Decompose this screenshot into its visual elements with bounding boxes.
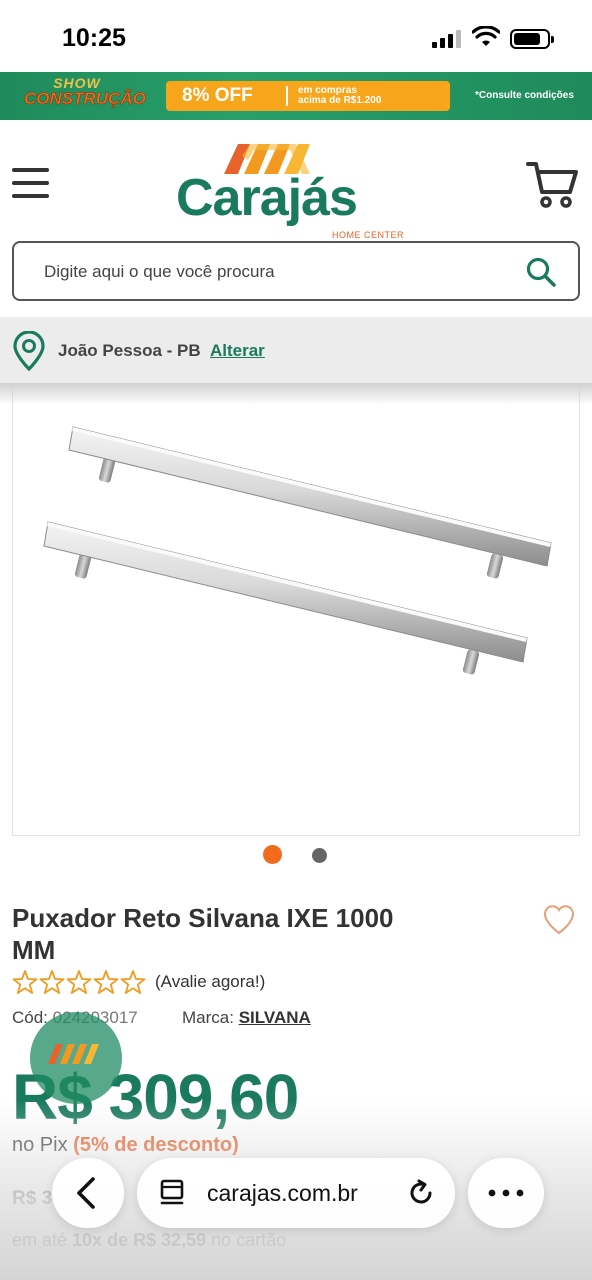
discount-pill: 8% OFF em compras acima de R$1.200 [166, 81, 450, 111]
installments-value: 10x de R$ 32,59 [72, 1230, 207, 1250]
status-bar: 10:25 [0, 0, 592, 72]
location-pin-icon [13, 331, 45, 371]
heart-icon[interactable] [542, 904, 576, 936]
location-bar-shadow [0, 383, 592, 405]
show-construcao-logo: SHOW CONSTRUÇÃO [24, 75, 146, 108]
product-image-gallery[interactable] [12, 384, 580, 836]
promo-banner[interactable]: SHOW CONSTRUÇÃO 8% OFF em compras acima … [0, 72, 592, 120]
menu-icon[interactable] [12, 168, 50, 200]
battery-icon [510, 29, 554, 49]
search-box [12, 241, 580, 301]
search-icon[interactable] [526, 257, 556, 287]
gallery-dot[interactable] [312, 848, 327, 863]
gallery-pagination [0, 844, 592, 868]
product-code-label: Cód: [12, 1008, 48, 1027]
tab-icon [160, 1179, 184, 1205]
star-icon [12, 970, 38, 994]
product-title: Puxador Reto Silvana IXE 1000 MM [12, 903, 394, 965]
cart-icon[interactable] [526, 160, 578, 210]
rate-now-link[interactable]: (Avalie agora!) [155, 972, 265, 992]
browser-url-bar[interactable]: carajas.com.br [137, 1158, 455, 1228]
product-image [43, 426, 552, 675]
browser-back-button[interactable] [52, 1158, 124, 1228]
back-arrow-icon [77, 1177, 95, 1209]
star-icon [39, 970, 65, 994]
location-bar: João Pessoa - PB Alterar [0, 317, 592, 383]
browser-url: carajas.com.br [207, 1180, 358, 1206]
installments-text: em até 10x de R$ 32,59 no cartão [12, 1230, 287, 1250]
location-city: João Pessoa - PB [58, 341, 201, 360]
gallery-dot-active[interactable] [263, 845, 282, 864]
card-price: R$ 3 [12, 1188, 53, 1209]
site-logo[interactable]: Carajás HOME CENTER [176, 138, 404, 240]
reload-icon[interactable] [407, 1179, 435, 1207]
search-input[interactable] [44, 257, 504, 287]
promo-note: *Consulte condições [475, 90, 574, 101]
product-brand-link[interactable]: SILVANA [239, 1008, 311, 1027]
site-header: Carajás HOME CENTER [0, 120, 592, 240]
more-icon [488, 1189, 524, 1197]
cell-signal-icon [432, 30, 462, 48]
logo-text: Carajás [176, 169, 358, 227]
star-icon [93, 970, 119, 994]
floating-chat-button[interactable] [30, 1012, 122, 1104]
logo-mark-icon [48, 1044, 99, 1064]
product-brand: Marca: SILVANA [182, 1008, 311, 1028]
star-icon [120, 970, 146, 994]
star-icon [66, 970, 92, 994]
product-rating[interactable]: (Avalie agora!) [12, 968, 265, 996]
pix-price-note: no Pix (5% de desconto) [12, 1134, 239, 1156]
logo-subtitle: HOME CENTER [332, 230, 405, 240]
product-brand-label: Marca: [182, 1008, 234, 1027]
wifi-icon [472, 26, 500, 46]
discount-condition: em compras acima de R$1.200 [298, 84, 382, 106]
pix-discount: (5% de desconto) [73, 1134, 239, 1156]
change-location-link[interactable]: Alterar [210, 341, 265, 361]
discount-text: 8% OFF [182, 85, 253, 106]
browser-more-button[interactable] [468, 1158, 544, 1228]
status-time: 10:25 [62, 24, 126, 52]
